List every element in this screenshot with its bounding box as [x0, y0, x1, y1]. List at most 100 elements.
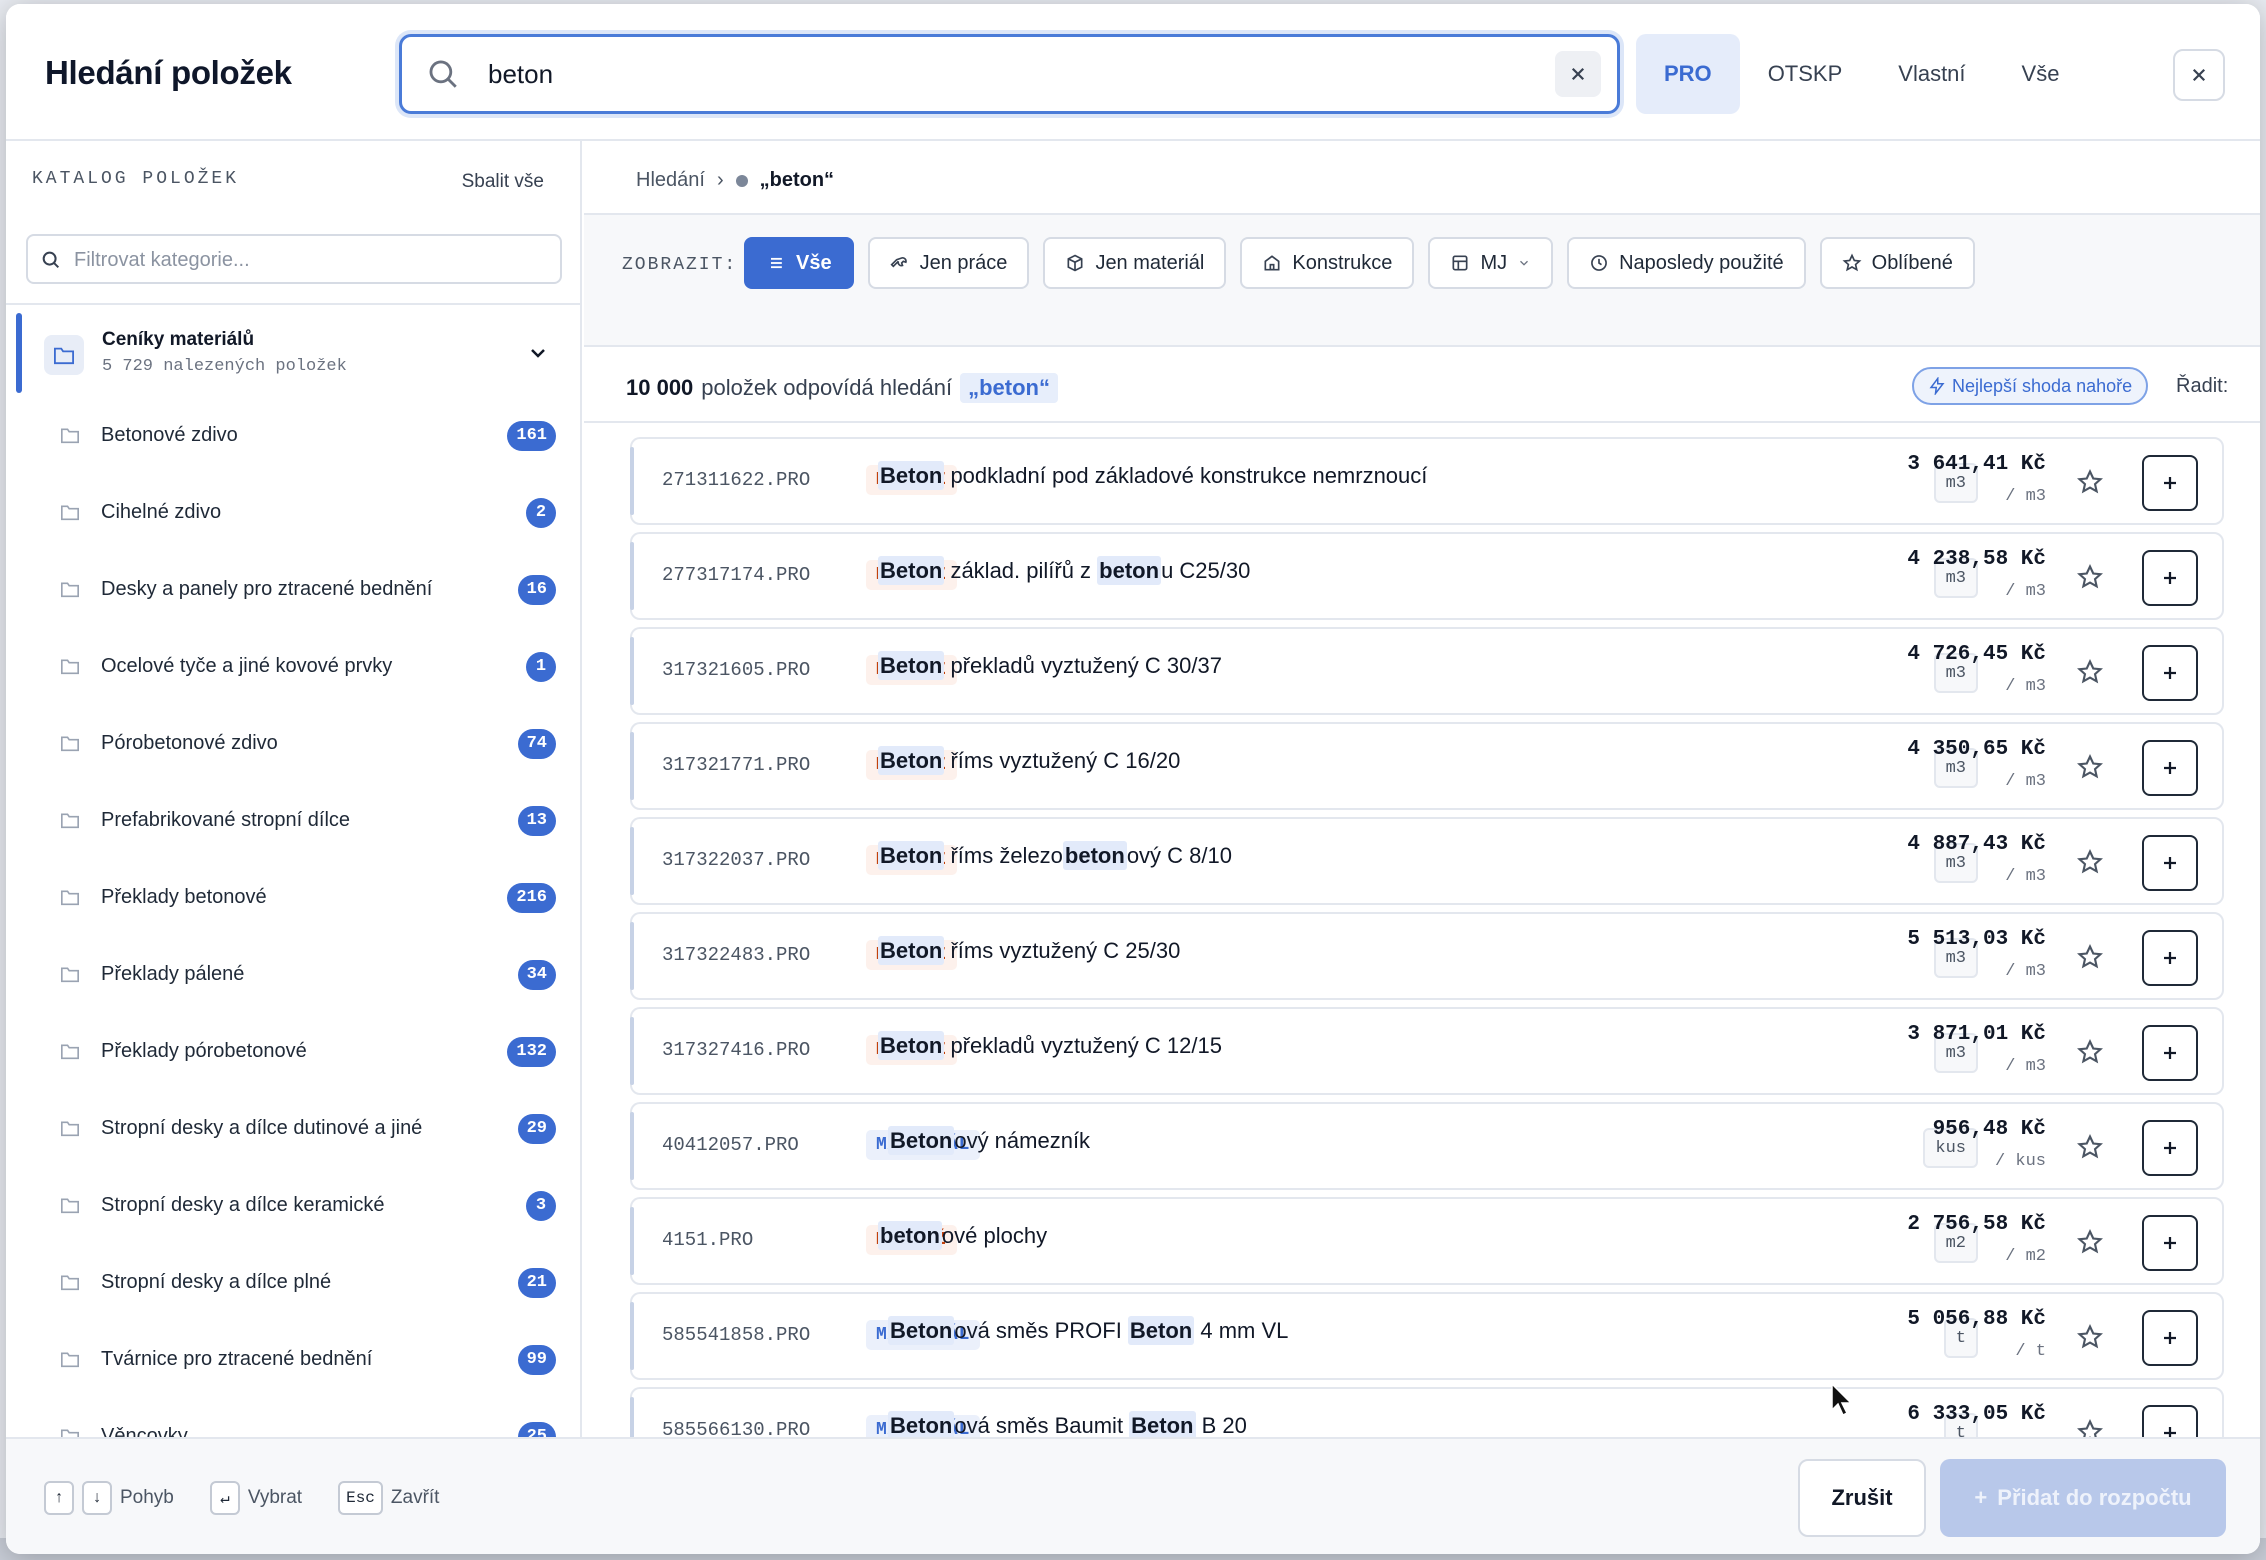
result-row[interactable]: 317321605.PROMONTÁŽBeton překladů vyztuž… [630, 627, 2224, 715]
chip-construction[interactable]: Konstrukce [1240, 237, 1415, 289]
source-tab-vse[interactable]: Vše [1994, 34, 2088, 114]
result-row[interactable]: 277317174.PROMONTÁŽBeton základ. pilířů … [630, 532, 2224, 620]
collapse-all-button[interactable]: Sbalit vše [462, 171, 544, 193]
sidebar-category-item[interactable]: Stropní desky a dílce keramické 3 [6, 1167, 580, 1244]
star-icon[interactable] [2076, 563, 2104, 591]
search-highlight: Beton [878, 461, 945, 490]
category-group[interactable]: Ceníky materiálů 5 729 nalezených polože… [16, 313, 572, 393]
search-highlight: Beton [878, 651, 945, 680]
category-group-name: Ceníky materiálů [102, 329, 255, 350]
star-icon[interactable] [2076, 943, 2104, 971]
category-label: Stropní desky a dílce keramické [101, 1194, 385, 1216]
chip-all[interactable]: Vše [744, 237, 854, 289]
search-input[interactable] [488, 51, 1488, 97]
sidebar-category-item[interactable]: Betonové zdivo 161 [6, 397, 580, 474]
category-filter-input[interactable] [74, 246, 544, 274]
result-row[interactable]: 4151.PROMONTÁŽbetonové plochym22 756,58 … [630, 1197, 2224, 1285]
cancel-button[interactable]: Zrušit [1798, 1459, 1926, 1537]
result-row[interactable]: 585541858.PROMATERIÁLBetonová směs PROFI… [630, 1292, 2224, 1380]
result-row[interactable]: 317322483.PROMONTÁŽBeton říms vyztužený … [630, 912, 2224, 1000]
source-tab-vlastni[interactable]: Vlastní [1870, 34, 1993, 114]
add-item-button[interactable] [2142, 930, 2198, 986]
source-tab-otskp[interactable]: OTSKP [1740, 34, 1871, 114]
add-item-button[interactable] [2142, 835, 2198, 891]
category-count-badge: 1 [526, 651, 556, 682]
source-tab-pro[interactable]: PRO [1636, 34, 1740, 114]
search-box[interactable] [399, 34, 1620, 114]
category-count-badge: 13 [517, 805, 556, 836]
add-item-button[interactable] [2142, 1405, 2198, 1437]
add-to-budget-button[interactable]: + Přidat do rozpočtu [1940, 1459, 2226, 1537]
mouse-cursor-icon [1831, 1382, 1853, 1417]
sidebar-category-item[interactable]: Překlady pórobetonové 132 [6, 1013, 580, 1090]
sidebar-category-item[interactable]: Tvárnice pro ztracené bednění 99 [6, 1321, 580, 1398]
search-highlight: Beton [878, 1031, 945, 1060]
add-item-button[interactable] [2142, 1310, 2198, 1366]
search-highlight: beton [1062, 841, 1127, 870]
sidebar-category-item[interactable]: Překlady pálené 34 [6, 936, 580, 1013]
category-label: Stropní desky a dílce plné [101, 1271, 332, 1293]
star-icon[interactable] [2076, 468, 2104, 496]
chip-unit[interactable]: MJ [1428, 237, 1554, 289]
result-row[interactable]: 317327416.PROMONTÁŽBeton překladů vyztuž… [630, 1007, 2224, 1095]
sidebar-category-item[interactable]: Prefabrikované stropní dílce 13 [6, 782, 580, 859]
sidebar-category-item[interactable]: Cihelné zdivo 2 [6, 474, 580, 551]
search-highlight: Beton [888, 1126, 955, 1155]
best-match-label: Nejlepší shoda nahoře [1952, 375, 2133, 396]
item-price-unit: / m3 [2005, 867, 2046, 886]
item-name: Beton říms vyztužený C 16/20 [878, 746, 1180, 775]
chip-favorites-label: Oblíbené [1871, 251, 1953, 274]
add-item-button[interactable] [2142, 550, 2198, 606]
add-item-button[interactable] [2142, 740, 2198, 796]
plus-icon [2164, 1332, 2176, 1344]
star-icon[interactable] [2076, 1418, 2104, 1437]
result-row[interactable]: 40412057.PROMATERIÁLBetonový námezníkkus… [630, 1102, 2224, 1190]
star-icon[interactable] [2076, 848, 2104, 876]
add-item-button[interactable] [2142, 645, 2198, 701]
keyboard-hints: ↑ ↓ Pohyb ↵ Vybrat Esc Zavřít [44, 1481, 439, 1515]
sidebar-category-item[interactable]: Pórobetonové zdivo 74 [6, 705, 580, 782]
result-row[interactable]: 317322037.PROMONTÁŽBeton říms železobeto… [630, 817, 2224, 905]
category-group-count: 5 729 nalezených položek [102, 357, 347, 376]
chip-material-only[interactable]: Jen materiál [1043, 237, 1227, 289]
star-icon[interactable] [2076, 1038, 2104, 1066]
chevron-down-icon [1520, 260, 1529, 266]
category-filter[interactable] [26, 234, 562, 284]
sidebar-category-item[interactable]: Desky a panely pro ztracené bednění 16 [6, 551, 580, 628]
item-name-text: říms železo [944, 843, 1063, 868]
best-match-sort-button[interactable]: Nejlepší shoda nahoře [1912, 367, 2149, 405]
star-icon[interactable] [2076, 658, 2104, 686]
key-down: ↓ [82, 1481, 112, 1515]
add-item-button[interactable] [2142, 1025, 2198, 1081]
chevron-down-icon[interactable] [526, 341, 550, 365]
star-icon[interactable] [2076, 753, 2104, 781]
star-icon[interactable] [2076, 1323, 2104, 1351]
sidebar-category-item[interactable]: Věncovky 25 [6, 1398, 580, 1437]
add-to-budget-label: Přidat do rozpočtu [1997, 1485, 2192, 1510]
close-dialog-button[interactable] [2173, 49, 2225, 101]
sidebar-category-item[interactable]: Stropní desky a dílce plné 21 [6, 1244, 580, 1321]
breadcrumb-separator: › [716, 169, 724, 191]
add-item-button[interactable] [2142, 1120, 2198, 1176]
clear-search-button[interactable] [1555, 51, 1601, 97]
sidebar-category-item[interactable]: Stropní desky a dílce dutinové a jiné 29 [6, 1090, 580, 1167]
active-indicator [16, 313, 22, 393]
chip-favorites[interactable]: Oblíbené [1819, 237, 1975, 289]
add-item-button[interactable] [2142, 1215, 2198, 1271]
item-name-text: překladů vyztužený C 30/37 [944, 653, 1222, 678]
add-item-button[interactable] [2142, 455, 2198, 511]
chip-all-label: Vše [796, 251, 832, 274]
sidebar-category-item[interactable]: Ocelové tyče a jiné kovové prvky 1 [6, 628, 580, 705]
chip-work-only[interactable]: Jen práce [867, 237, 1030, 289]
sidebar-category-item[interactable]: Překlady betonové 216 [6, 859, 580, 936]
chip-recent[interactable]: Naposledy použité [1567, 237, 1806, 289]
result-row[interactable]: 585566130.PROMATERIÁLBetonová směs Baumi… [630, 1387, 2224, 1437]
item-name-text: překladů vyztužený C 12/15 [944, 1033, 1222, 1058]
category-count-badge: 29 [517, 1113, 556, 1144]
star-icon[interactable] [2076, 1133, 2104, 1161]
star-icon[interactable] [2076, 1228, 2104, 1256]
breadcrumb-root[interactable]: Hledání [636, 169, 705, 192]
item-name: Beton podkladní pod základové konstrukce… [878, 461, 1427, 490]
result-row[interactable]: 317321771.PROMONTÁŽBeton říms vyztužený … [630, 722, 2224, 810]
result-row[interactable]: 271311622.PROMONTÁŽBeton podkladní pod z… [630, 437, 2224, 525]
